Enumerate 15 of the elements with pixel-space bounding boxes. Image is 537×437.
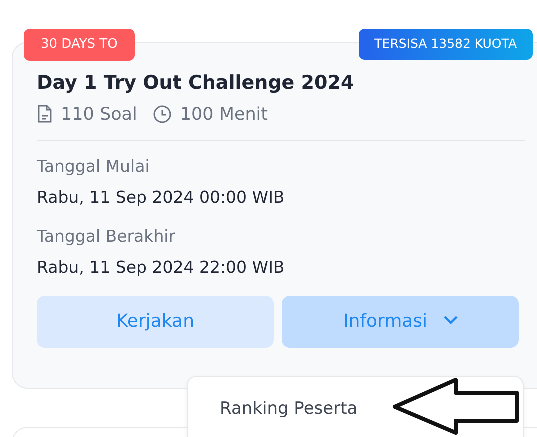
clock-icon — [153, 105, 172, 124]
chevron-icon — [444, 316, 458, 326]
date-value: Rabu, 11 Sep 2024 22:00 WIB — [37, 257, 286, 279]
countdown-badge: 30 DAYS TO — [24, 29, 135, 60]
menu-item[interactable]: Ranking Peserta — [220, 397, 523, 422]
date-label: Tanggal Berakhir — [37, 226, 177, 248]
document-icon — [37, 105, 53, 124]
meta-text: 100 Menit — [180, 104, 268, 126]
dropdown-button[interactable]: Informasi — [282, 296, 519, 348]
date-value: Rabu, 11 Sep 2024 00:00 WIB — [37, 186, 286, 208]
date-label: Tanggal Mulai — [37, 156, 151, 178]
card-title: Day 1 Try Out Challenge 2024 — [37, 71, 356, 96]
action-button[interactable]: Kerjakan — [37, 296, 274, 348]
quota-badge: TERSISA 13582 KUOTA — [358, 29, 533, 60]
meta-text: 110 Soal — [61, 104, 138, 126]
